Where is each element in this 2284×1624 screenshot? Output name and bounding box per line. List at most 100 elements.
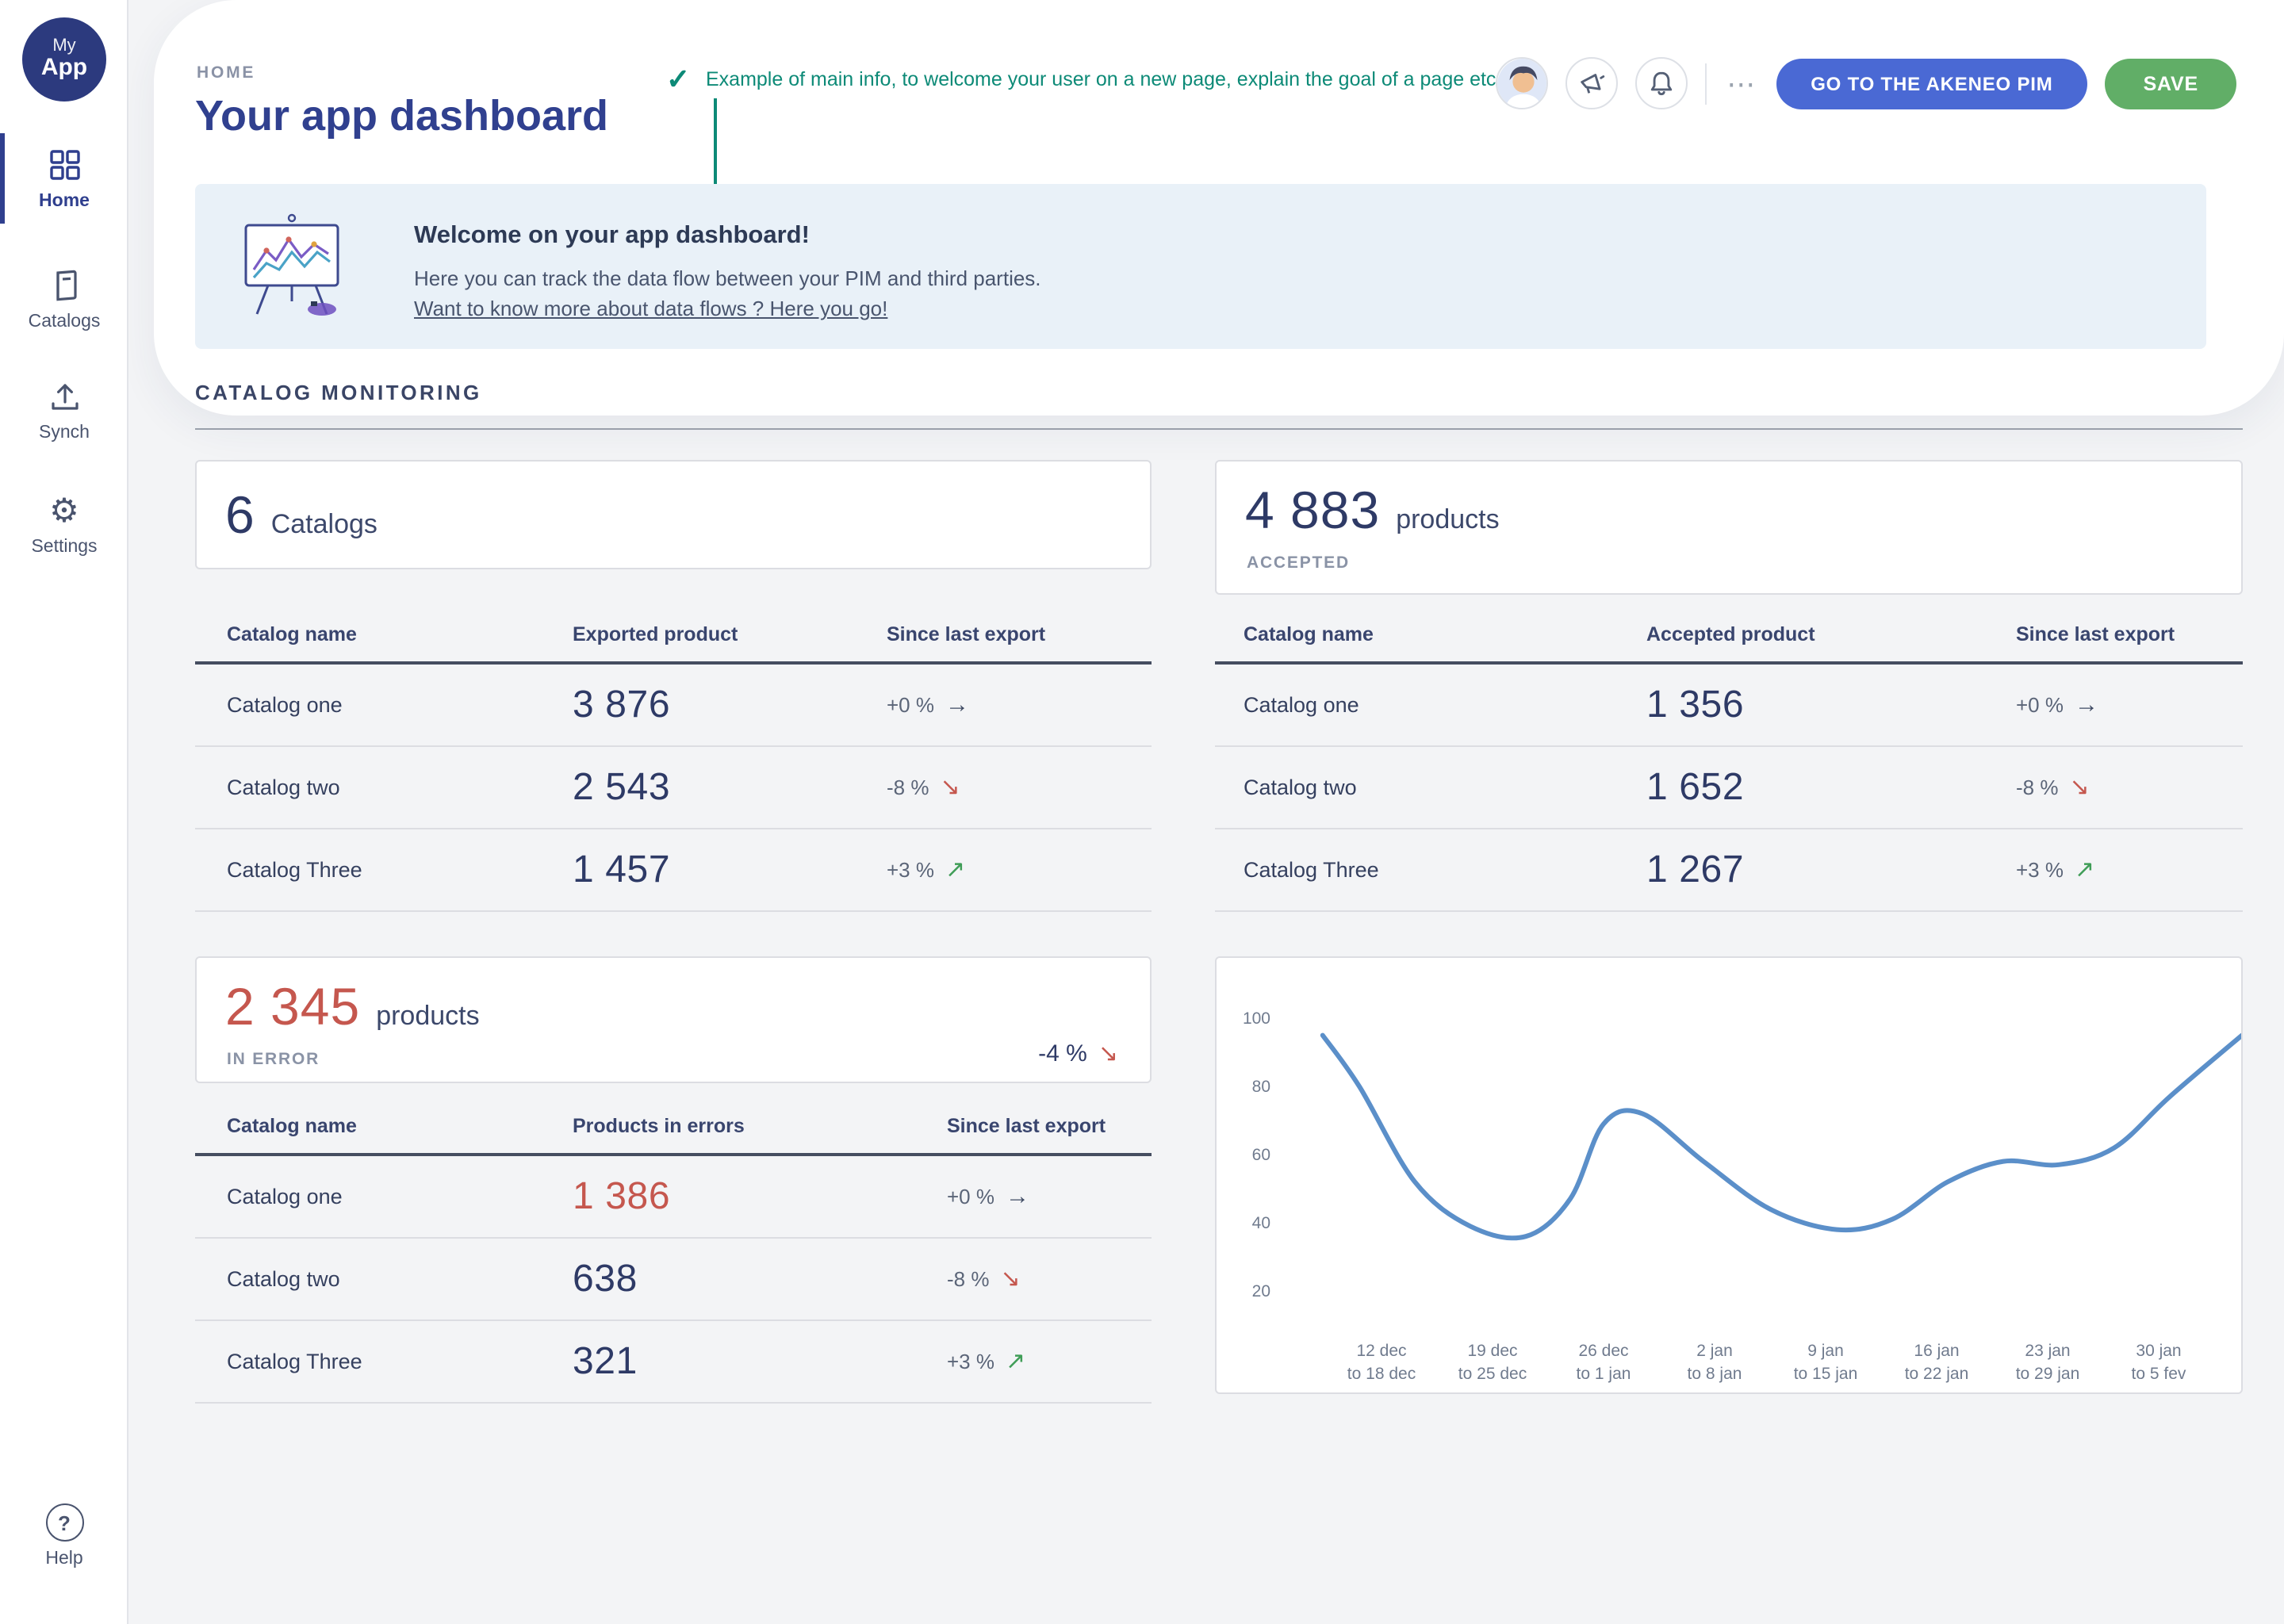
svg-text:to 15 jan: to 15 jan: [1794, 1365, 1858, 1383]
svg-text:to 5 fev: to 5 fev: [2132, 1365, 2186, 1383]
column-header: Exported product: [573, 622, 887, 645]
trend-cell: -8 % ↘: [947, 1267, 1152, 1291]
column-header: Since last export: [887, 622, 1152, 645]
svg-text:26 dec: 26 dec: [1578, 1342, 1628, 1360]
accepted-products-card: 4 883 products ACCEPTED: [1215, 460, 2243, 595]
trend-cell: -8 % ↘: [2016, 776, 2243, 799]
column-header: Accepted product: [1646, 622, 2016, 645]
svg-text:2 jan: 2 jan: [1696, 1342, 1733, 1360]
sidebar: My App Home Catalogs: [0, 0, 128, 1624]
table-row: Catalog one 1 386 +0 % →: [195, 1156, 1152, 1239]
svg-text:20: 20: [1252, 1282, 1270, 1300]
svg-text:to 1 jan: to 1 jan: [1577, 1365, 1631, 1383]
exported-count: 2 543: [573, 765, 887, 810]
svg-text:80: 80: [1252, 1078, 1270, 1096]
svg-text:to 22 jan: to 22 jan: [1905, 1365, 1969, 1383]
catalog-name: Catalog one: [1244, 693, 1646, 717]
header-actions: ⋯ GO TO THE AKENEO PIM SAVE: [1495, 57, 2236, 109]
page-title: Your app dashboard: [195, 92, 608, 141]
svg-text:19 dec: 19 dec: [1467, 1342, 1517, 1360]
svg-text:to 25 dec: to 25 dec: [1458, 1365, 1527, 1383]
catalog-name: Catalog two: [227, 1267, 573, 1291]
gear-icon: ⚙: [49, 492, 79, 530]
dashboard-illustration: [233, 209, 360, 328]
svg-text:to 18 dec: to 18 dec: [1347, 1365, 1416, 1383]
catalog-name: Catalog Three: [227, 1350, 573, 1373]
user-avatar[interactable]: [1495, 57, 1547, 109]
error-products-label: products: [376, 1001, 479, 1032]
catalog-name: Catalog Three: [1244, 858, 1646, 882]
svg-text:40: 40: [1252, 1214, 1270, 1232]
table-row: Catalog one 1 356 +0 % →: [1215, 665, 2243, 747]
sidebar-item-settings[interactable]: ⚙ Settings: [0, 492, 128, 557]
error-products-table: Catalog name Products in errors Since la…: [195, 1097, 1152, 1404]
bell-icon: [1646, 68, 1676, 98]
accepted-count: 1 652: [1646, 765, 2016, 810]
accepted-products-table: Catalog name Accepted product Since last…: [1215, 606, 2243, 912]
exported-count: 1 457: [573, 848, 887, 892]
svg-text:12 dec: 12 dec: [1356, 1342, 1406, 1360]
megaphone-icon: [1576, 68, 1606, 98]
trend-cell: +0 % →: [887, 693, 1152, 717]
sidebar-item-catalogs[interactable]: Catalogs: [0, 266, 128, 331]
svg-text:60: 60: [1252, 1146, 1270, 1164]
sidebar-item-label: Settings: [31, 538, 97, 557]
sidebar-item-help[interactable]: ? Help: [0, 1503, 128, 1568]
sidebar-item-label: Home: [39, 192, 90, 211]
trend-cell: +3 % ↗: [2016, 858, 2243, 882]
accepted-products-value: 4 883: [1245, 481, 1380, 541]
catalogs-count-value: 6: [225, 485, 255, 546]
column-header: Since last export: [947, 1114, 1152, 1136]
catalog-name: Catalog one: [227, 693, 573, 717]
sidebar-item-synch[interactable]: Synch: [0, 377, 128, 442]
welcome-banner: Welcome on your app dashboard! Here you …: [195, 184, 2206, 349]
app-root: My App Home Catalogs: [0, 0, 2284, 1624]
trend-flat-icon: →: [1006, 1185, 1029, 1208]
table-row: Catalog Three 321 +3 % ↗: [195, 1321, 1152, 1404]
table-header-row: Catalog name Products in errors Since la…: [195, 1097, 1152, 1156]
svg-text:9 jan: 9 jan: [1807, 1342, 1844, 1360]
accepted-count: 1 356: [1646, 683, 2016, 727]
logo-text-bottom: App: [41, 56, 87, 82]
trend-cell: -8 % ↘: [887, 776, 1152, 799]
trend-flat-icon: →: [2075, 693, 2098, 717]
annotation-text: Example of main info, to welcome your us…: [706, 68, 1501, 90]
more-options-button[interactable]: ⋯: [1723, 69, 1758, 98]
trend-down-icon: ↘: [1000, 1267, 1020, 1291]
header-card: HOME Your app dashboard ✓ Example of mai…: [154, 0, 2284, 416]
announcements-button[interactable]: [1565, 57, 1617, 109]
catalogs-count-card: 6 Catalogs: [195, 460, 1152, 569]
section-title: CATALOG MONITORING: [195, 381, 482, 404]
error-trend: -4 % ↘: [1038, 1040, 1118, 1067]
table-row: Catalog two 1 652 -8 % ↘: [1215, 747, 2243, 829]
table-row: Catalog two 638 -8 % ↘: [195, 1239, 1152, 1321]
svg-text:100: 100: [1243, 1009, 1270, 1028]
products-trend-chart-card: 100 80 60 40 20 12 dec to 18 dec 19 dec to 25 de…: [1215, 956, 2243, 1394]
table-row: Catalog Three 1 267 +3 % ↗: [1215, 829, 2243, 912]
accepted-products-label: products: [1396, 504, 1499, 536]
error-trend-value: -4 %: [1038, 1040, 1087, 1067]
line-chart-svg: 100 80 60 40 20 12 dec to 18 dec 19 dec to 25 de…: [1217, 958, 2241, 1392]
notifications-button[interactable]: [1634, 57, 1687, 109]
errors-count: 638: [573, 1257, 947, 1301]
column-header: Catalog name: [1244, 622, 1646, 645]
trend-cell: +3 % ↗: [887, 858, 1152, 882]
table-header-row: Catalog name Exported product Since last…: [195, 606, 1152, 665]
sidebar-item-label: Help: [45, 1549, 82, 1568]
svg-text:23 jan: 23 jan: [2025, 1342, 2070, 1360]
trend-cell: +0 % →: [947, 1185, 1152, 1208]
column-header: Products in errors: [573, 1114, 947, 1136]
help-icon: ?: [45, 1503, 83, 1542]
sidebar-item-home[interactable]: Home: [0, 146, 128, 211]
trend-down-icon: ↘: [2069, 776, 2089, 799]
trend-down-icon: ↘: [1098, 1042, 1118, 1066]
table-row: Catalog two 2 543 -8 % ↘: [195, 747, 1152, 829]
save-button[interactable]: SAVE: [2106, 58, 2236, 109]
data-flows-link[interactable]: Want to know more about data flows ? Her…: [414, 297, 887, 320]
trend-cell: +3 % ↗: [947, 1350, 1152, 1373]
sidebar-item-label: Catalogs: [29, 312, 101, 331]
annotation-pointer-line: [714, 98, 717, 197]
go-to-pim-button[interactable]: GO TO THE AKENEO PIM: [1776, 58, 2087, 109]
table-row: Catalog one 3 876 +0 % →: [195, 665, 1152, 747]
svg-text:to 29 jan: to 29 jan: [2016, 1365, 2080, 1383]
